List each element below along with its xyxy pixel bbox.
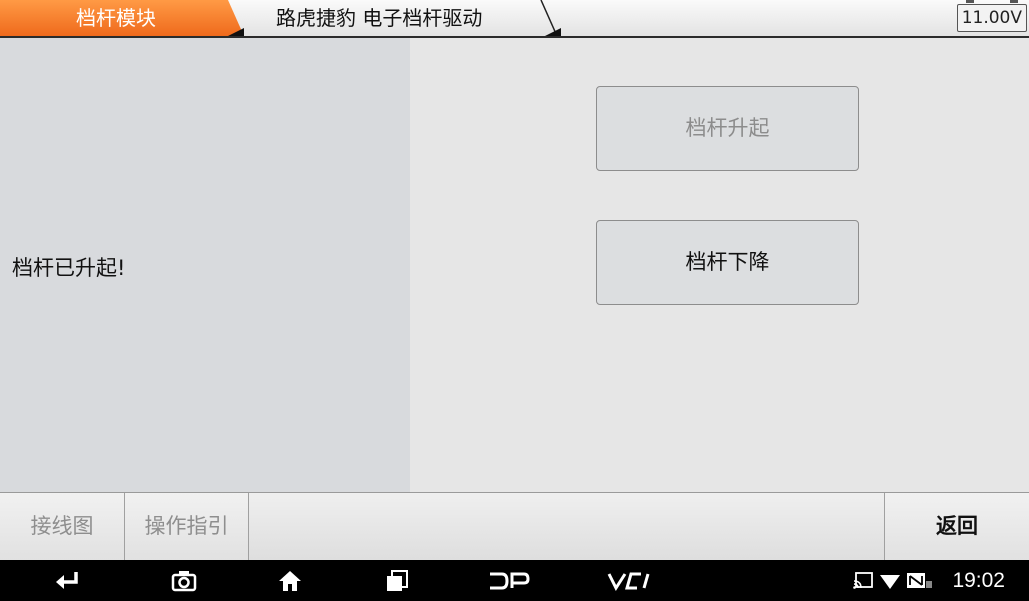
vci-icon[interactable]	[604, 560, 656, 601]
breadcrumb-bar: 档杆模块 路虎捷豹 电子档杆驱动 11.00V	[0, 0, 1029, 38]
breadcrumb-item-module[interactable]: 档杆模块	[0, 0, 244, 36]
back-icon[interactable]	[50, 560, 86, 601]
raise-lever-button[interactable]: 档杆升起	[596, 86, 859, 171]
system-nav-bar: 19:02	[0, 560, 1029, 601]
camera-icon[interactable]	[168, 560, 200, 601]
no-signal-icon	[907, 573, 932, 588]
status-panel: 档杆已升起!	[0, 38, 410, 492]
back-button[interactable]: 返回	[884, 493, 1029, 560]
dp-icon[interactable]	[486, 560, 532, 601]
battery-voltage-badge: 11.00V	[956, 0, 1027, 32]
wiring-diagram-button[interactable]: 接线图	[0, 493, 125, 560]
action-panel: 档杆升起 档杆下降	[410, 38, 1029, 492]
lower-lever-button[interactable]: 档杆下降	[596, 220, 859, 305]
status-bar-clock: 19:02	[952, 569, 1005, 592]
breadcrumb-item-driver[interactable]: 路虎捷豹 电子档杆驱动	[276, 0, 482, 36]
home-icon[interactable]	[274, 560, 306, 601]
wifi-icon	[880, 575, 900, 589]
operation-guide-button[interactable]: 操作指引	[125, 493, 249, 560]
cast-icon	[853, 572, 873, 589]
bottom-toolbar: 接线图 操作指引 返回	[0, 492, 1029, 560]
recent-apps-icon[interactable]	[381, 560, 413, 601]
status-message: 档杆已升起!	[12, 256, 126, 280]
